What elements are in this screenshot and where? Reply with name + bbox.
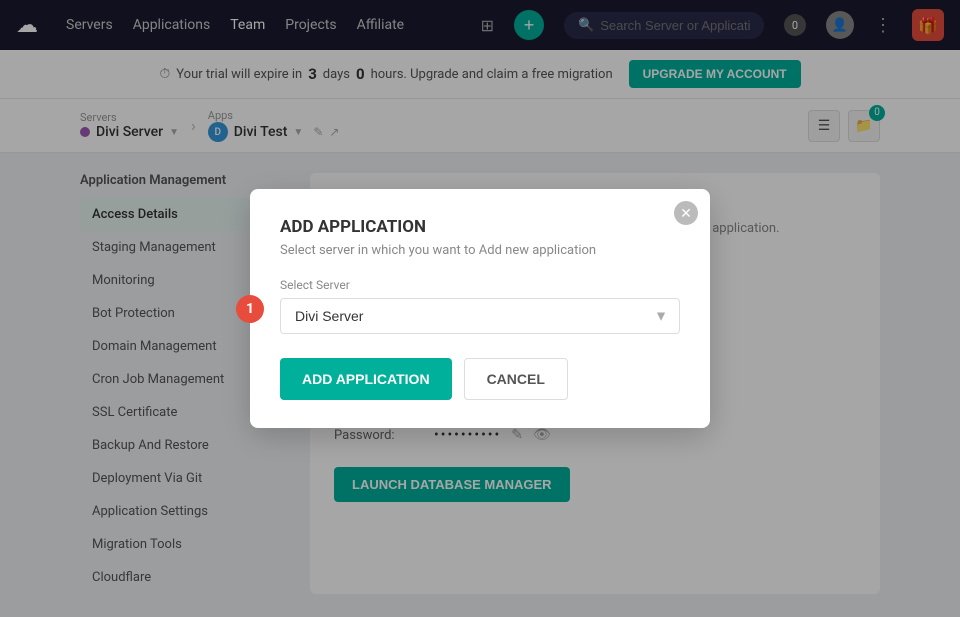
add-application-modal: 1 ✕ ADD APPLICATION Select server in whi… [250, 189, 710, 428]
modal-subtitle: Select server in which you want to Add n… [280, 243, 680, 258]
server-select[interactable]: Divi Server [280, 298, 680, 334]
modal-actions: ADD APPLICATION CANCEL [280, 358, 680, 400]
server-select-wrap: Divi Server ▼ [280, 298, 680, 334]
step-badge: 1 [236, 295, 264, 323]
modal-overlay: 1 ✕ ADD APPLICATION Select server in whi… [0, 0, 960, 617]
modal-title: ADD APPLICATION [280, 217, 680, 237]
modal-add-button[interactable]: ADD APPLICATION [280, 358, 452, 400]
select-server-label: Select Server [280, 278, 680, 292]
modal-close-button[interactable]: ✕ [674, 201, 698, 225]
modal-cancel-button[interactable]: CANCEL [464, 358, 568, 400]
